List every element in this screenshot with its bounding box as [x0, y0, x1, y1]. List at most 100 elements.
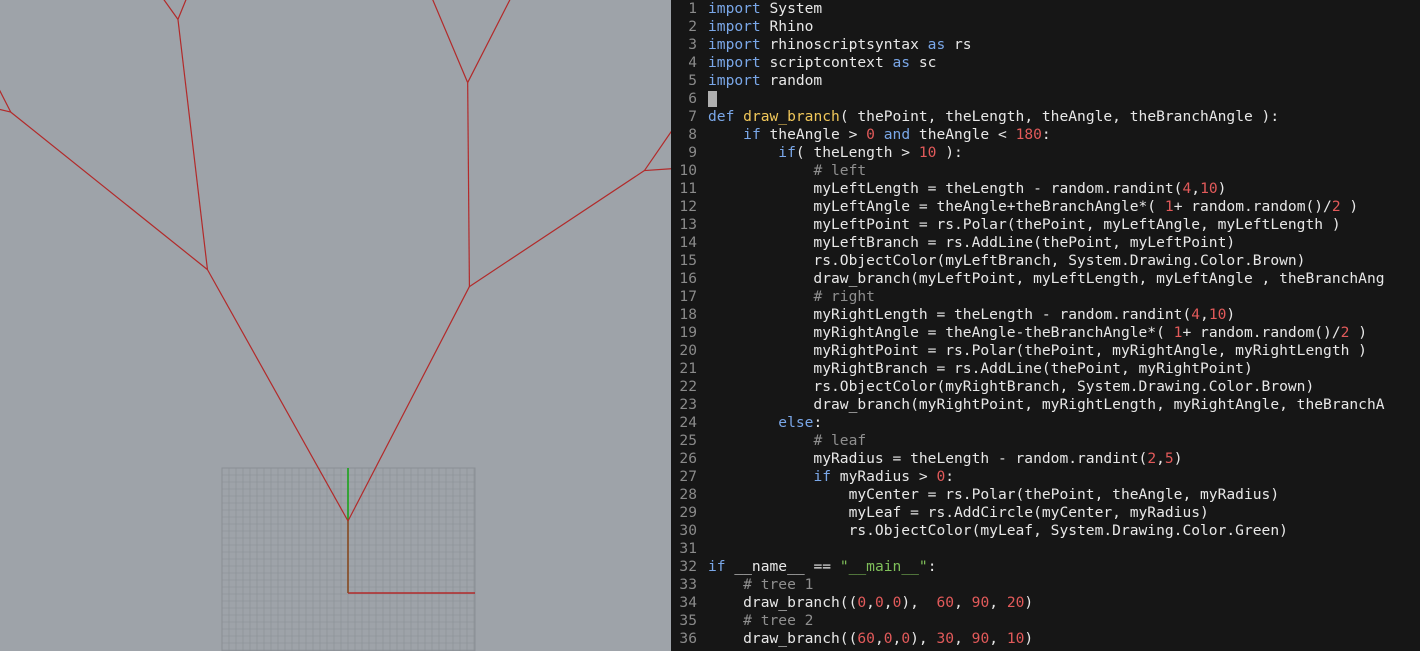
line-number: 2: [688, 18, 697, 35]
code-line[interactable]: 19 myRightAngle = theAngle-theBranchAngl…: [671, 324, 1367, 342]
code-line[interactable]: 3 import rhinoscriptsyntax as rs: [671, 36, 971, 54]
code-line[interactable]: 27 if myRadius > 0:: [671, 468, 954, 486]
code-line[interactable]: 8 if theAngle > 0 and theAngle < 180:: [671, 126, 1051, 144]
code-token: 0: [883, 630, 893, 647]
code-line[interactable]: 12 myLeftAngle = theAngle+theBranchAngle…: [671, 198, 1358, 216]
code-line[interactable]: 32 if __name__ == "__main__":: [671, 558, 936, 576]
code-token: 90: [971, 594, 990, 611]
code-line[interactable]: 16 draw_branch(myLeftPoint, myLeftLength…: [671, 270, 1384, 288]
code-token: random: [760, 72, 823, 89]
line-number: 19: [679, 324, 697, 341]
code-token: myRadius >: [831, 468, 937, 485]
code-token: ): [1226, 306, 1236, 323]
code-token: draw_branch(myRightPoint, myRightLength,…: [708, 396, 1385, 413]
code-line[interactable]: 21 myRightBranch = rs.AddLine(thePoint, …: [671, 360, 1252, 378]
code-line[interactable]: 9 if( theLength > 10 ):: [671, 144, 963, 162]
code-line[interactable]: 2 import Rhino: [671, 18, 813, 36]
code-line[interactable]: 7 def draw_branch( thePoint, theLength, t…: [671, 108, 1279, 126]
code-token: ,: [866, 594, 875, 611]
code-token: draw_branch((: [708, 630, 858, 647]
code-token: 60: [936, 594, 955, 611]
code-line[interactable]: 24 else:: [671, 414, 822, 432]
code-token: ,: [1200, 306, 1209, 323]
code-line[interactable]: 29 myLeaf = rs.AddCircle(myCenter, myRad…: [671, 504, 1208, 522]
code-token: if: [813, 468, 832, 485]
code-token: # tree 1: [743, 576, 814, 593]
code-token: if: [778, 144, 796, 161]
code-token: 10: [1006, 630, 1025, 647]
code-token: def: [708, 108, 735, 125]
code-token: ),: [910, 630, 937, 647]
code-line[interactable]: 33 # tree 1: [671, 576, 813, 594]
line-number: 21: [679, 360, 697, 377]
code-line[interactable]: 18 myRightLength = theLength - random.ra…: [671, 306, 1235, 324]
line-number: 29: [679, 504, 697, 521]
code-line[interactable]: 13 myLeftPoint = rs.Polar(thePoint, myLe…: [671, 216, 1340, 234]
code-token: 0: [866, 126, 875, 143]
line-number: 27: [679, 468, 697, 485]
code-line[interactable]: 30 rs.ObjectColor(myLeaf, System.Drawing…: [671, 522, 1288, 540]
code-line[interactable]: 5 import random: [671, 72, 822, 90]
code-token: System: [760, 0, 823, 17]
rhino-viewport[interactable]: [0, 0, 671, 651]
code-line[interactable]: 6: [671, 90, 717, 108]
code-line[interactable]: 26 myRadius = theLength - random.randint…: [671, 450, 1182, 468]
code-token: :: [1041, 126, 1051, 143]
code-token: :: [945, 468, 955, 485]
line-number: 18: [679, 306, 697, 323]
code-token: as: [892, 54, 911, 71]
code-line[interactable]: 36 draw_branch((60,0,0), 30, 90, 10): [671, 630, 1033, 648]
code-token: + random.random()/: [1173, 198, 1332, 215]
code-token: # tree 2: [743, 612, 814, 629]
code-line[interactable]: 23 draw_branch(myRightPoint, myRightLeng…: [671, 396, 1385, 414]
code-line[interactable]: 10 # left: [671, 162, 866, 180]
code-token: myCenter = rs.Polar(thePoint, theAngle, …: [708, 486, 1280, 503]
code-token: 0: [936, 468, 946, 485]
code-line[interactable]: 20 myRightPoint = rs.Polar(thePoint, myR…: [671, 342, 1367, 360]
code-token: ,: [989, 630, 1007, 647]
code-line[interactable]: 17 # right: [671, 288, 875, 306]
code-token: rs.ObjectColor(myLeaf, System.Drawing.Co…: [708, 522, 1288, 539]
code-token: ( theLength >: [795, 144, 919, 161]
line-number: 32: [679, 558, 697, 575]
code-token: draw_branch: [743, 108, 840, 125]
code-token: 4: [1191, 306, 1201, 323]
code-token: ): [1024, 594, 1034, 611]
code-token: rs.ObjectColor(myLeftBranch, System.Draw…: [708, 252, 1306, 269]
line-number: 22: [679, 378, 697, 395]
code-line[interactable]: 4 import scriptcontext as sc: [671, 54, 936, 72]
code-line[interactable]: 1 import System: [671, 0, 822, 18]
viewport-canvas[interactable]: [0, 0, 671, 651]
code-line[interactable]: 25 # leaf: [671, 432, 866, 450]
code-token: # leaf: [813, 432, 867, 449]
line-number: 15: [679, 252, 697, 269]
code-token: Rhino: [760, 18, 814, 35]
line-number: 17: [679, 288, 697, 305]
code-line[interactable]: 15 rs.ObjectColor(myLeftBranch, System.D…: [671, 252, 1305, 270]
code-line[interactable]: 14 myLeftBranch = rs.AddLine(thePoint, m…: [671, 234, 1235, 252]
line-number: 3: [688, 36, 697, 53]
code-line[interactable]: 11 myLeftLength = theLength - random.ran…: [671, 180, 1226, 198]
code-token: myRightAngle = theAngle-theBranchAngle*(: [708, 324, 1174, 341]
tree-branch: [467, 0, 511, 83]
code-line[interactable]: 28 myCenter = rs.Polar(thePoint, theAngl…: [671, 486, 1279, 504]
code-editor[interactable]: 1 import System 2 import Rhino 3 import rhino…: [671, 0, 1420, 651]
code-token: ( thePoint, theLength, theAngle, theBran…: [839, 108, 1280, 125]
code-token: 180: [1015, 126, 1042, 143]
code-line[interactable]: 31: [671, 540, 708, 558]
code-token: 0: [857, 594, 867, 611]
code-token: import: [708, 72, 761, 89]
tree-branch: [0, 89, 12, 113]
code-line[interactable]: 22 rs.ObjectColor(myRightBranch, System.…: [671, 378, 1314, 396]
line-number: 28: [679, 486, 697, 503]
code-line[interactable]: 34 draw_branch((0,0,0), 60, 90, 20): [671, 594, 1033, 612]
code-line[interactable]: 35 # tree 2: [671, 612, 813, 630]
code-token: import: [708, 0, 761, 17]
